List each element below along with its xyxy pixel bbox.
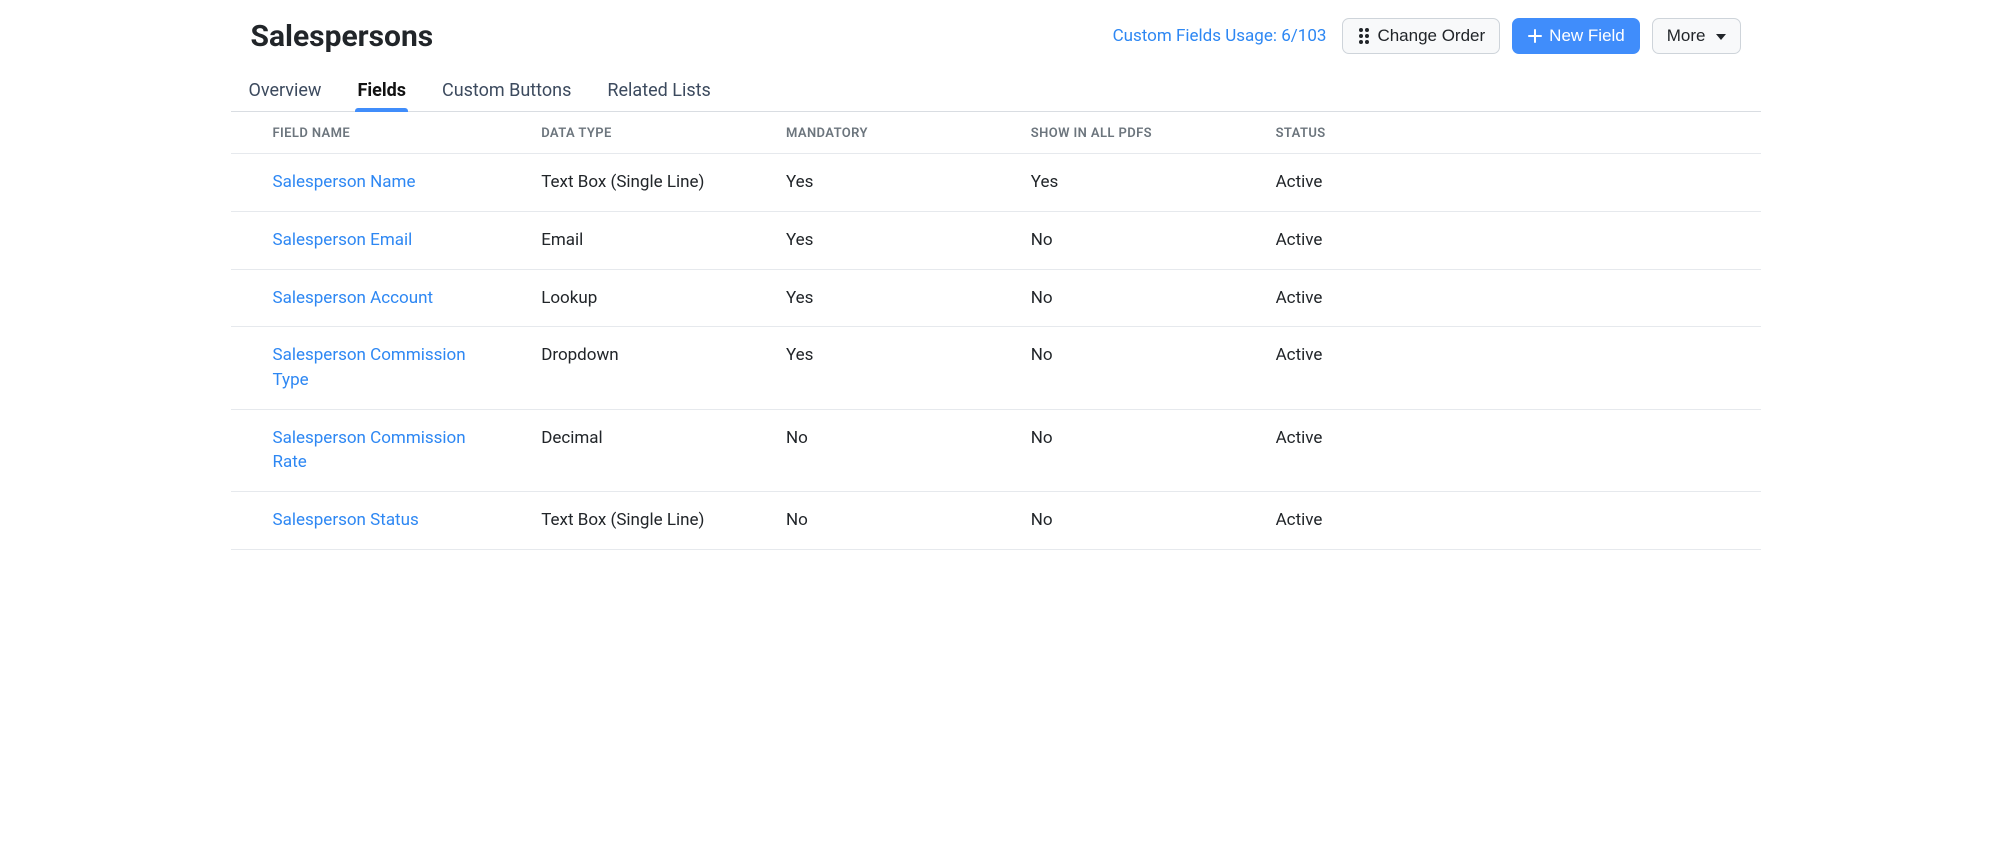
cell-status: Active: [1256, 269, 1761, 327]
cell-show-pdf: Yes: [1011, 154, 1256, 212]
field-name-link[interactable]: Salesperson Email: [273, 230, 413, 250]
table-row: Salesperson Commission RateDecimalNoNoAc…: [231, 409, 1761, 491]
tab-custom-buttons[interactable]: Custom Buttons: [440, 76, 573, 111]
cell-status: Active: [1256, 491, 1761, 549]
cell-status: Active: [1256, 327, 1761, 409]
column-header: STATUS: [1256, 112, 1761, 154]
cell-data-type: Text Box (Single Line): [521, 491, 766, 549]
field-name-link[interactable]: Salesperson Account: [273, 288, 434, 308]
cell-mandatory: Yes: [766, 212, 1011, 270]
cell-data-type: Text Box (Single Line): [521, 154, 766, 212]
page-title: Salespersons: [251, 19, 434, 54]
cell-mandatory: No: [766, 491, 1011, 549]
change-order-label: Change Order: [1377, 26, 1485, 46]
cell-mandatory: Yes: [766, 154, 1011, 212]
tab-related-lists[interactable]: Related Lists: [605, 76, 712, 111]
tab-fields[interactable]: Fields: [355, 76, 408, 111]
cell-mandatory: Yes: [766, 269, 1011, 327]
tabs-bar: Overview Fields Custom Buttons Related List…: [231, 66, 1761, 112]
cell-mandatory: Yes: [766, 327, 1011, 409]
fields-table: FIELD NAMEDATA TYPEMANDATORYSHOW IN ALL …: [231, 112, 1761, 549]
cell-show-pdf: No: [1011, 409, 1256, 491]
cell-show-pdf: No: [1011, 212, 1256, 270]
table-row: Salesperson Account LookupYesNoActive: [231, 269, 1761, 327]
plus-icon: [1527, 28, 1543, 44]
tab-overview[interactable]: Overview: [247, 76, 324, 111]
change-order-button[interactable]: Change Order: [1342, 18, 1500, 54]
cell-status: Active: [1256, 154, 1761, 212]
field-name-link[interactable]: Salesperson Name: [273, 172, 416, 192]
custom-fields-usage-link[interactable]: Custom Fields Usage: 6/103: [1113, 26, 1331, 46]
column-header: MANDATORY: [766, 112, 1011, 154]
cell-data-type: Lookup: [521, 269, 766, 327]
more-label: More: [1667, 26, 1706, 46]
table-row: Salesperson Email EmailYesNoActive: [231, 212, 1761, 270]
field-name-link[interactable]: Salesperson Commission Type: [273, 345, 466, 390]
cell-show-pdf: No: [1011, 269, 1256, 327]
table-row: Salesperson Commission Type DropdownYesNo…: [231, 327, 1761, 409]
cell-data-type: Email: [521, 212, 766, 270]
field-name-link[interactable]: Salesperson Status: [273, 510, 419, 530]
cell-status: Active: [1256, 212, 1761, 270]
cell-show-pdf: No: [1011, 327, 1256, 409]
new-field-label: New Field: [1549, 26, 1625, 46]
cell-data-type: Dropdown: [521, 327, 766, 409]
drag-handle-icon: [1357, 28, 1371, 44]
more-button[interactable]: More: [1652, 18, 1741, 54]
cell-show-pdf: No: [1011, 491, 1256, 549]
column-header: DATA TYPE: [521, 112, 766, 154]
cell-mandatory: No: [766, 409, 1011, 491]
chevron-down-icon: [1716, 34, 1726, 40]
new-field-button[interactable]: New Field: [1512, 18, 1640, 54]
table-row: Salesperson Status Text Box (Single Line)…: [231, 491, 1761, 549]
cell-status: Active: [1256, 409, 1761, 491]
header-actions: Custom Fields Usage: 6/103 Change Order …: [1113, 18, 1741, 54]
table-row: Salesperson NameText Box (Single Line)Ye…: [231, 154, 1761, 212]
column-header: SHOW IN ALL PDFS: [1011, 112, 1256, 154]
field-name-link[interactable]: Salesperson Commission Rate: [273, 428, 466, 473]
cell-data-type: Decimal: [521, 409, 766, 491]
column-header: FIELD NAME: [231, 112, 522, 154]
